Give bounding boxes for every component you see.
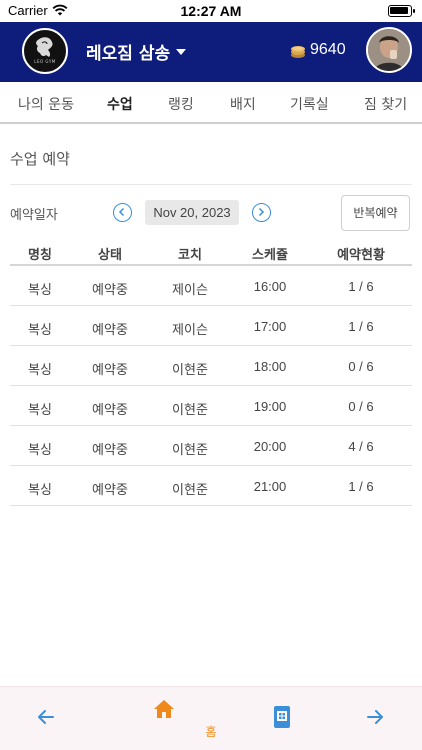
status-cell: 예약중 xyxy=(92,363,128,378)
class-name-cell: 복싱 xyxy=(28,483,52,498)
coach-cell: 이현준 xyxy=(172,363,208,378)
class-name-cell: 복싱 xyxy=(28,363,52,378)
tab-records[interactable]: 기록실 xyxy=(290,94,329,114)
coach-cell: 제이슨 xyxy=(172,323,208,338)
class-name-cell: 복싱 xyxy=(28,283,52,298)
next-date-button[interactable] xyxy=(252,203,271,222)
arrow-right-icon xyxy=(367,710,383,724)
qr-card-button[interactable] xyxy=(273,705,291,733)
tab-ranking[interactable]: 랭킹 xyxy=(168,94,194,114)
forward-button[interactable] xyxy=(365,707,385,731)
class-name-cell: 복싱 xyxy=(28,443,52,458)
date-display[interactable]: Nov 20, 2023 xyxy=(145,200,239,225)
table-header: 명칭 상태 코치 스케쥴 예약현황 xyxy=(10,240,412,266)
bottom-nav: 홈 xyxy=(0,686,422,750)
coin-count: 9640 xyxy=(310,41,346,58)
column-header: 상태 xyxy=(98,248,122,263)
status-cell: 예약중 xyxy=(92,443,128,458)
home-label: 홈 xyxy=(205,725,217,739)
gym-name[interactable]: 레오짐 삼송 xyxy=(86,39,170,64)
table-row[interactable]: 복싱 예약중 이현준 18:00 0 / 6 xyxy=(10,346,412,386)
home-icon xyxy=(154,700,174,718)
date-label: 예약일자 xyxy=(10,208,58,223)
status-cell: 예약중 xyxy=(92,483,128,498)
booking-count-cell: 4 / 6 xyxy=(348,439,374,454)
table-row[interactable]: 복싱 예약중 이현준 19:00 0 / 6 xyxy=(10,386,412,426)
column-header: 예약현황 xyxy=(337,248,385,263)
section-title: 수업 예약 xyxy=(10,150,70,168)
schedule-cell: 20:00 xyxy=(253,439,287,454)
prev-date-button[interactable] xyxy=(113,203,132,222)
home-button[interactable] xyxy=(153,699,175,723)
column-header: 명칭 xyxy=(28,248,52,263)
section-divider xyxy=(10,184,412,185)
logo-text: LEO GYM xyxy=(34,59,56,64)
schedule-cell: 21:00 xyxy=(253,479,287,494)
table-row[interactable]: 복싱 예약중 제이슨 16:00 1 / 6 xyxy=(10,266,412,306)
booking-count-cell: 1 / 6 xyxy=(348,479,374,494)
table-row[interactable]: 복싱 예약중 제이슨 17:00 1 / 6 xyxy=(10,306,412,346)
table-row[interactable]: 복싱 예약중 이현준 21:00 1 / 6 xyxy=(10,466,412,506)
coach-cell: 이현준 xyxy=(172,403,208,418)
status-cell: 예약중 xyxy=(92,403,128,418)
booking-count-cell: 0 / 6 xyxy=(348,399,374,414)
class-name-cell: 복싱 xyxy=(28,403,52,418)
avatar[interactable] xyxy=(366,27,412,73)
coach-cell: 제이슨 xyxy=(172,283,208,298)
schedule-cell: 16:00 xyxy=(253,279,287,294)
booking-count-cell: 1 / 6 xyxy=(348,279,374,294)
schedule-cell: 19:00 xyxy=(253,399,287,414)
coin-stack-icon xyxy=(291,46,305,58)
tab-my-workout[interactable]: 나의 운동 xyxy=(18,94,74,114)
repeat-reservation-button[interactable]: 반복예약 xyxy=(341,195,410,231)
booking-count-cell: 0 / 6 xyxy=(348,359,374,374)
chevron-left-icon xyxy=(118,207,125,217)
tab-badge[interactable]: 배지 xyxy=(230,94,256,114)
schedule-cell: 17:00 xyxy=(253,319,287,334)
tab-find-gym[interactable]: 짐 찾기 xyxy=(364,94,407,114)
column-header: 코치 xyxy=(178,248,202,263)
clock: 12:27 AM xyxy=(180,3,242,19)
class-name-cell: 복싱 xyxy=(28,323,52,338)
lion-logo-icon xyxy=(36,37,53,57)
tab-bar: 나의 운동 수업 랭킹 배지 기록실 짐 찾기 xyxy=(0,82,422,124)
gym-logo[interactable]: LEO GYM xyxy=(22,28,68,74)
chevron-right-icon xyxy=(258,207,265,217)
battery-icon xyxy=(388,5,415,17)
coach-cell: 이현준 xyxy=(172,443,208,458)
mobile-card-icon xyxy=(274,706,290,728)
column-header: 스케쥴 xyxy=(252,248,288,263)
booking-count-cell: 1 / 6 xyxy=(348,319,374,334)
chevron-down-icon[interactable] xyxy=(176,49,186,55)
status-cell: 예약중 xyxy=(92,283,128,298)
table-row[interactable]: 복싱 예약중 이현준 20:00 4 / 6 xyxy=(10,426,412,466)
tab-class[interactable]: 수업 xyxy=(107,94,133,114)
schedule-cell: 18:00 xyxy=(253,359,287,374)
status-cell: 예약중 xyxy=(92,323,128,338)
app-header: LEO GYM 레오짐 삼송 9640 xyxy=(0,22,422,82)
coach-cell: 이현준 xyxy=(172,483,208,498)
user-photo-icon xyxy=(368,29,410,71)
status-bar: Carrier 12:27 AM xyxy=(0,0,422,22)
